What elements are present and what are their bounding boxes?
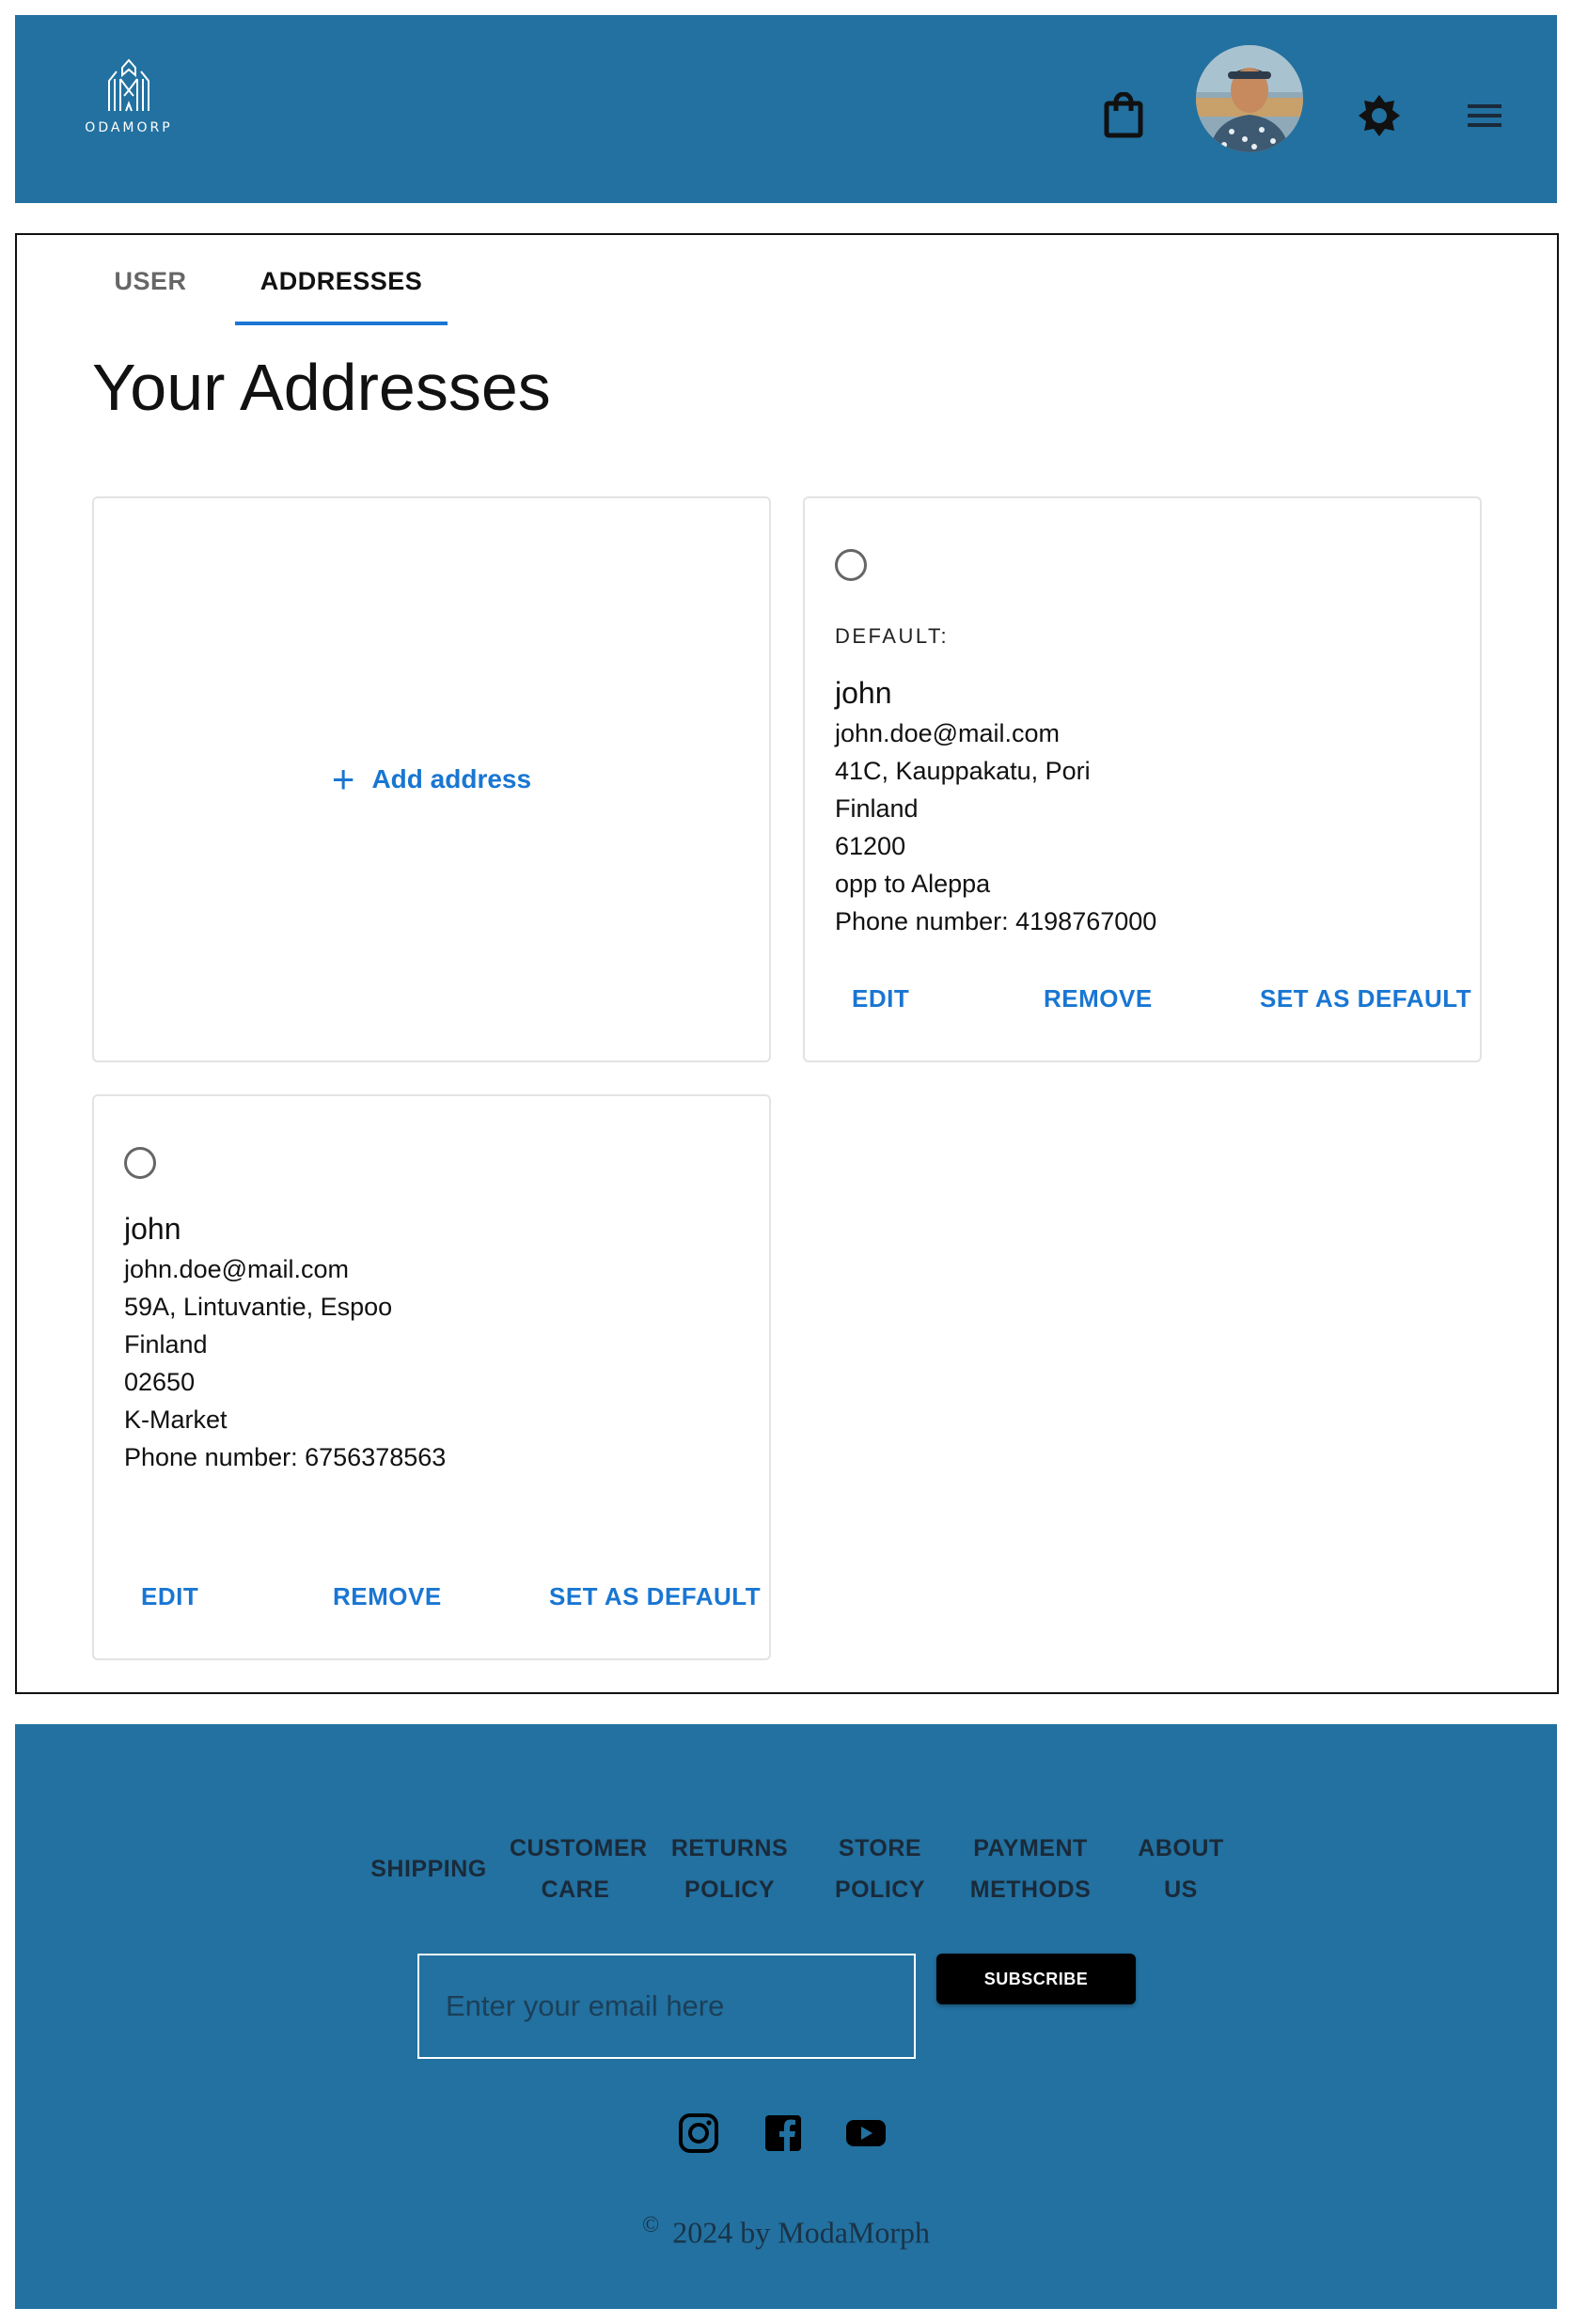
footer-link-payment-methods[interactable]: PAYMENT METHODS — [965, 1828, 1096, 1910]
address-card: john john.doe@mail.com 59A, Lintuvantie,… — [92, 1094, 771, 1660]
footer-link-label: CARE — [541, 1876, 610, 1903]
menu-icon[interactable] — [1437, 68, 1533, 164]
footer-link-label: SHIPPING — [370, 1856, 487, 1882]
edit-button[interactable]: EDIT — [852, 970, 909, 1027]
copyright-label: 2024 by ModaMorph — [672, 2215, 930, 2250]
add-address-card: + Add address — [92, 496, 771, 1062]
logo-wordmark: ODAMORP — [85, 120, 173, 135]
copyright-text: © 2024 by ModaMorph — [15, 2213, 1557, 2251]
add-address-button[interactable]: + Add address — [94, 498, 769, 1060]
address-name: john — [124, 1212, 181, 1246]
subscribe-button[interactable]: SUBSCRIBE — [936, 1954, 1136, 2004]
address-street: 41C, Kauppakatu, Pori — [835, 757, 1091, 785]
address-note: opp to Aleppa — [835, 870, 991, 898]
plus-icon: + — [331, 757, 355, 801]
address-country: Finland — [124, 1330, 208, 1358]
address-actions: EDIT REMOVE SET AS DEFAULT — [805, 970, 1480, 1060]
footer-link-customer-care[interactable]: CUSTOMER CARE — [510, 1828, 648, 1910]
address-street: 59A, Lintuvantie, Espoo — [124, 1293, 393, 1321]
footer-link-store-policy[interactable]: STORE POLICY — [814, 1828, 946, 1910]
facebook-icon[interactable] — [760, 2110, 807, 2157]
address-email: john.doe@mail.com — [835, 719, 1061, 747]
address-details: john john.doe@mail.com 41C, Kauppakatu, … — [835, 671, 1156, 940]
youtube-icon[interactable] — [842, 2110, 889, 2157]
footer-link-shipping[interactable]: SHIPPING — [363, 1848, 495, 1890]
tab-addresses[interactable]: ADDRESSES — [235, 235, 448, 325]
address-select-radio[interactable] — [124, 1147, 156, 1179]
footer-link-label: METHODS — [969, 1876, 1092, 1903]
remove-button[interactable]: REMOVE — [1044, 970, 1153, 1027]
address-email: john.doe@mail.com — [124, 1255, 350, 1283]
address-note: K-Market — [124, 1405, 228, 1434]
footer-link-label: US — [1164, 1876, 1198, 1903]
address-select-radio[interactable] — [835, 549, 867, 581]
page-title: Your Addresses — [92, 351, 551, 424]
brightness-icon[interactable] — [1331, 68, 1427, 164]
footer-link-label: CUSTOMER — [510, 1835, 648, 1861]
newsletter-email-input[interactable] — [417, 1954, 916, 2059]
address-card: DEFAULT: john john.doe@mail.com 41C, Kau… — [803, 496, 1482, 1062]
addresses-panel: USER ADDRESSES Your Addresses + Add addr… — [15, 233, 1559, 1694]
footer-link-label: POLICY — [834, 1876, 926, 1903]
footer-link-about-us[interactable]: ABOUT US — [1115, 1828, 1247, 1910]
add-address-label: Add address — [371, 764, 532, 793]
set-default-button[interactable]: SET AS DEFAULT — [549, 1568, 761, 1625]
active-tab-indicator — [235, 322, 448, 325]
address-details: john john.doe@mail.com 59A, Lintuvantie,… — [124, 1207, 446, 1476]
shopping-bag-icon[interactable] — [1076, 68, 1171, 164]
address-postal: 02650 — [124, 1368, 196, 1396]
default-label: DEFAULT: — [835, 624, 950, 648]
instagram-icon[interactable] — [675, 2110, 722, 2157]
footer-link-label: PAYMENT — [973, 1835, 1088, 1861]
footer-link-label: STORE — [838, 1835, 922, 1861]
footer-link-label: POLICY — [684, 1876, 776, 1903]
brand-logo[interactable] — [77, 58, 181, 152]
logo-mark-icon — [108, 58, 149, 112]
address-actions: EDIT REMOVE SET AS DEFAULT — [94, 1568, 769, 1658]
address-phone: Phone number: 4198767000 — [835, 907, 1157, 935]
footer-link-returns-policy[interactable]: RETURNS POLICY — [664, 1828, 795, 1910]
site-header: ODAMORP — [15, 15, 1557, 203]
footer-link-label: RETURNS — [670, 1835, 789, 1861]
set-default-button[interactable]: SET AS DEFAULT — [1260, 970, 1471, 1027]
avatar[interactable] — [1196, 45, 1303, 152]
copyright-symbol: © — [642, 2213, 660, 2238]
address-name: john — [835, 676, 892, 710]
remove-button[interactable]: REMOVE — [333, 1568, 442, 1625]
address-postal: 61200 — [835, 832, 906, 860]
edit-button[interactable]: EDIT — [141, 1568, 198, 1625]
tab-user[interactable]: USER — [92, 235, 209, 325]
address-phone: Phone number: 6756378563 — [124, 1443, 447, 1471]
address-country: Finland — [835, 794, 919, 823]
site-footer: SHIPPING CUSTOMER CARE RETURNS POLICY ST… — [15, 1724, 1557, 2309]
footer-link-label: ABOUT — [1138, 1835, 1224, 1861]
